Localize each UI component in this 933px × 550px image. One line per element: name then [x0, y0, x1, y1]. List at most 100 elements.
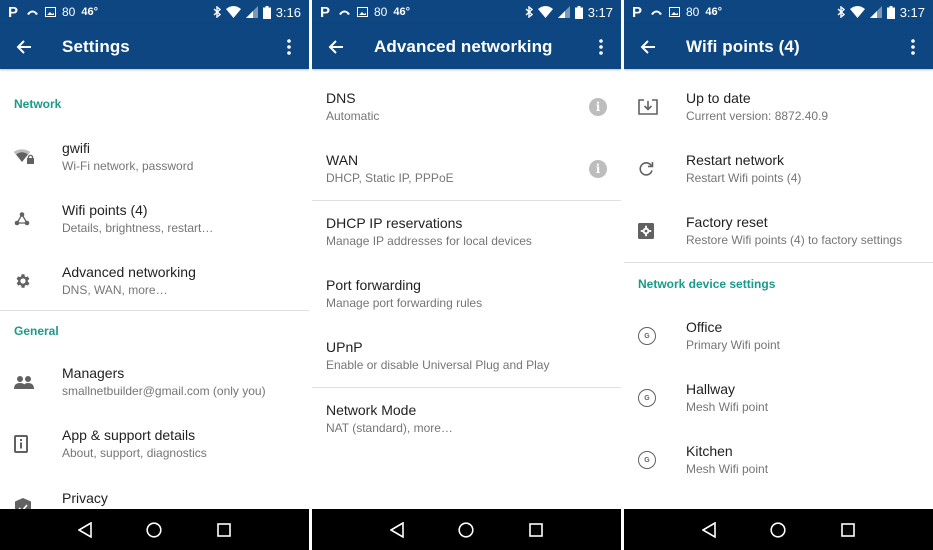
settings-list: Network gwifi Wi-Fi network, password Wi…: [0, 69, 309, 509]
item-title: Factory reset: [686, 214, 768, 230]
system-nav-bar: [312, 509, 621, 550]
cell-signal-icon: [869, 6, 882, 18]
item-title: DNS: [326, 90, 356, 106]
section-header-general: General: [14, 324, 59, 338]
bluetooth-icon: [525, 6, 533, 18]
mesh-network-icon: [14, 212, 30, 226]
item-subtitle: NAT (standard), more…: [326, 421, 453, 435]
cell-signal-icon: [245, 6, 258, 18]
notification-count: 80: [686, 5, 700, 19]
item-title: Network Mode: [326, 402, 417, 418]
image-notification-icon: [669, 7, 680, 17]
item-title: Privacy: [62, 490, 108, 506]
weather-temp: 46°: [705, 6, 722, 18]
status-bar: P 80 46° 3:17: [624, 0, 933, 24]
device-item-office[interactable]: G Office Primary Wifi point: [624, 305, 933, 367]
device-item-kitchen[interactable]: G Kitchen Mesh Wifi point: [624, 429, 933, 491]
more-vert-icon: [911, 38, 915, 55]
nav-recents-button[interactable]: [204, 509, 244, 550]
bluetooth-icon: [837, 6, 845, 18]
pandora-notification-icon: P: [632, 3, 643, 21]
nav-back-button[interactable]: [689, 509, 729, 550]
weather-temp: 46°: [393, 6, 410, 18]
bluetooth-icon: [213, 6, 221, 18]
item-title: Advanced networking: [62, 264, 196, 280]
more-vert-icon: [287, 38, 291, 55]
nav-recents-button[interactable]: [828, 509, 868, 550]
item-title: App & support details: [62, 427, 196, 443]
item-subtitle: Wi-Fi network, password: [62, 159, 194, 173]
back-button[interactable]: [0, 24, 48, 69]
wifi-lock-icon: [14, 149, 34, 164]
action-item-update[interactable]: Up to date Current version: 8872.40.9: [624, 76, 933, 138]
nav-recents-icon: [841, 522, 855, 537]
nav-back-icon: [389, 521, 404, 538]
action-item-restart[interactable]: Restart network Restart Wifi points (4): [624, 138, 933, 200]
item-subtitle: Mesh Wifi point: [686, 462, 769, 476]
item-subtitle: smallnetbuilder@gmail.com (only you): [62, 384, 266, 398]
page-title: Settings: [62, 36, 130, 56]
settings-item-privacy[interactable]: Privacy: [0, 475, 309, 509]
wifi-points-list: Up to date Current version: 8872.40.9 Re…: [624, 69, 933, 509]
nav-recents-icon: [217, 522, 231, 537]
settings-item-advanced-networking[interactable]: Advanced networking DNS, WAN, more…: [0, 250, 309, 312]
battery-icon: [262, 5, 271, 19]
section-header-device-settings: Network device settings: [638, 277, 776, 291]
cell-signal-icon: [557, 6, 570, 18]
info-icon[interactable]: i: [589, 160, 607, 178]
settings-item-dhcp-reservations[interactable]: DHCP IP reservations Manage IP addresses…: [312, 201, 621, 263]
info-icon[interactable]: i: [589, 98, 607, 116]
back-button[interactable]: [624, 24, 672, 69]
settings-item-gwifi[interactable]: gwifi Wi-Fi network, password: [0, 126, 309, 188]
nav-home-button[interactable]: [446, 509, 486, 550]
system-update-icon: [638, 99, 658, 115]
nav-back-button[interactable]: [377, 509, 417, 550]
nav-back-button[interactable]: [65, 509, 105, 550]
item-title: Wifi points (4): [62, 202, 148, 218]
settings-item-wifi-points[interactable]: Wifi points (4) Details, brightness, res…: [0, 188, 309, 250]
action-item-factory-reset[interactable]: Factory reset Restore Wifi points (4) to…: [624, 200, 933, 262]
nav-recents-button[interactable]: [516, 509, 556, 550]
more-options-button[interactable]: [581, 24, 621, 69]
settings-item-port-forwarding[interactable]: Port forwarding Manage port forwarding r…: [312, 263, 621, 325]
settings-item-dns[interactable]: DNS Automatic i: [312, 76, 621, 138]
phone-hangup-icon: [27, 10, 38, 15]
more-options-button[interactable]: [269, 24, 309, 69]
item-title: UPnP: [326, 339, 363, 355]
item-title: Managers: [62, 365, 125, 381]
clock: 3:17: [899, 4, 925, 20]
arrow-back-icon: [640, 39, 655, 54]
more-options-button[interactable]: [893, 24, 933, 69]
back-button[interactable]: [312, 24, 360, 69]
settings-item-wan[interactable]: WAN DHCP, Static IP, PPPoE i: [312, 138, 621, 200]
nav-home-icon: [458, 521, 475, 538]
item-subtitle: Current version: 8872.40.9: [686, 109, 829, 123]
nav-home-button[interactable]: [758, 509, 798, 550]
more-vert-icon: [599, 38, 603, 55]
item-title: Port forwarding: [326, 277, 421, 293]
settings-item-managers[interactable]: Managers smallnetbuilder@gmail.com (only…: [0, 351, 309, 413]
app-bar: Advanced networking: [312, 24, 621, 69]
system-nav-bar: [0, 509, 309, 550]
nav-home-button[interactable]: [134, 509, 174, 550]
item-subtitle: Restore Wifi points (4) to factory setti…: [686, 233, 903, 247]
settings-item-app-support[interactable]: App & support details About, support, di…: [0, 413, 309, 475]
item-subtitle: Manage IP addresses for local devices: [326, 234, 532, 248]
image-notification-icon: [357, 7, 368, 17]
settings-item-network-mode[interactable]: Network Mode NAT (standard), more…: [312, 388, 621, 450]
image-notification-icon: [45, 7, 56, 17]
item-subtitle: Details, brightness, restart…: [62, 221, 214, 235]
item-subtitle: Automatic: [326, 109, 380, 123]
notification-count: 80: [374, 5, 388, 19]
settings-screen: P 80 46° 3:16 Settings Network gwifi Wi-…: [0, 0, 309, 550]
device-item-hallway[interactable]: G Hallway Mesh Wifi point: [624, 367, 933, 429]
pandora-notification-icon: P: [8, 3, 19, 21]
people-icon: [14, 376, 34, 389]
item-title: WAN: [326, 152, 359, 168]
nav-home-icon: [770, 521, 787, 538]
status-bar: P 80 46° 3:17: [312, 0, 621, 24]
phone-hangup-icon: [651, 10, 662, 15]
settings-item-upnp[interactable]: UPnP Enable or disable Universal Plug an…: [312, 325, 621, 387]
wifi-signal-icon: [849, 6, 865, 18]
item-title: Restart network: [686, 152, 785, 168]
